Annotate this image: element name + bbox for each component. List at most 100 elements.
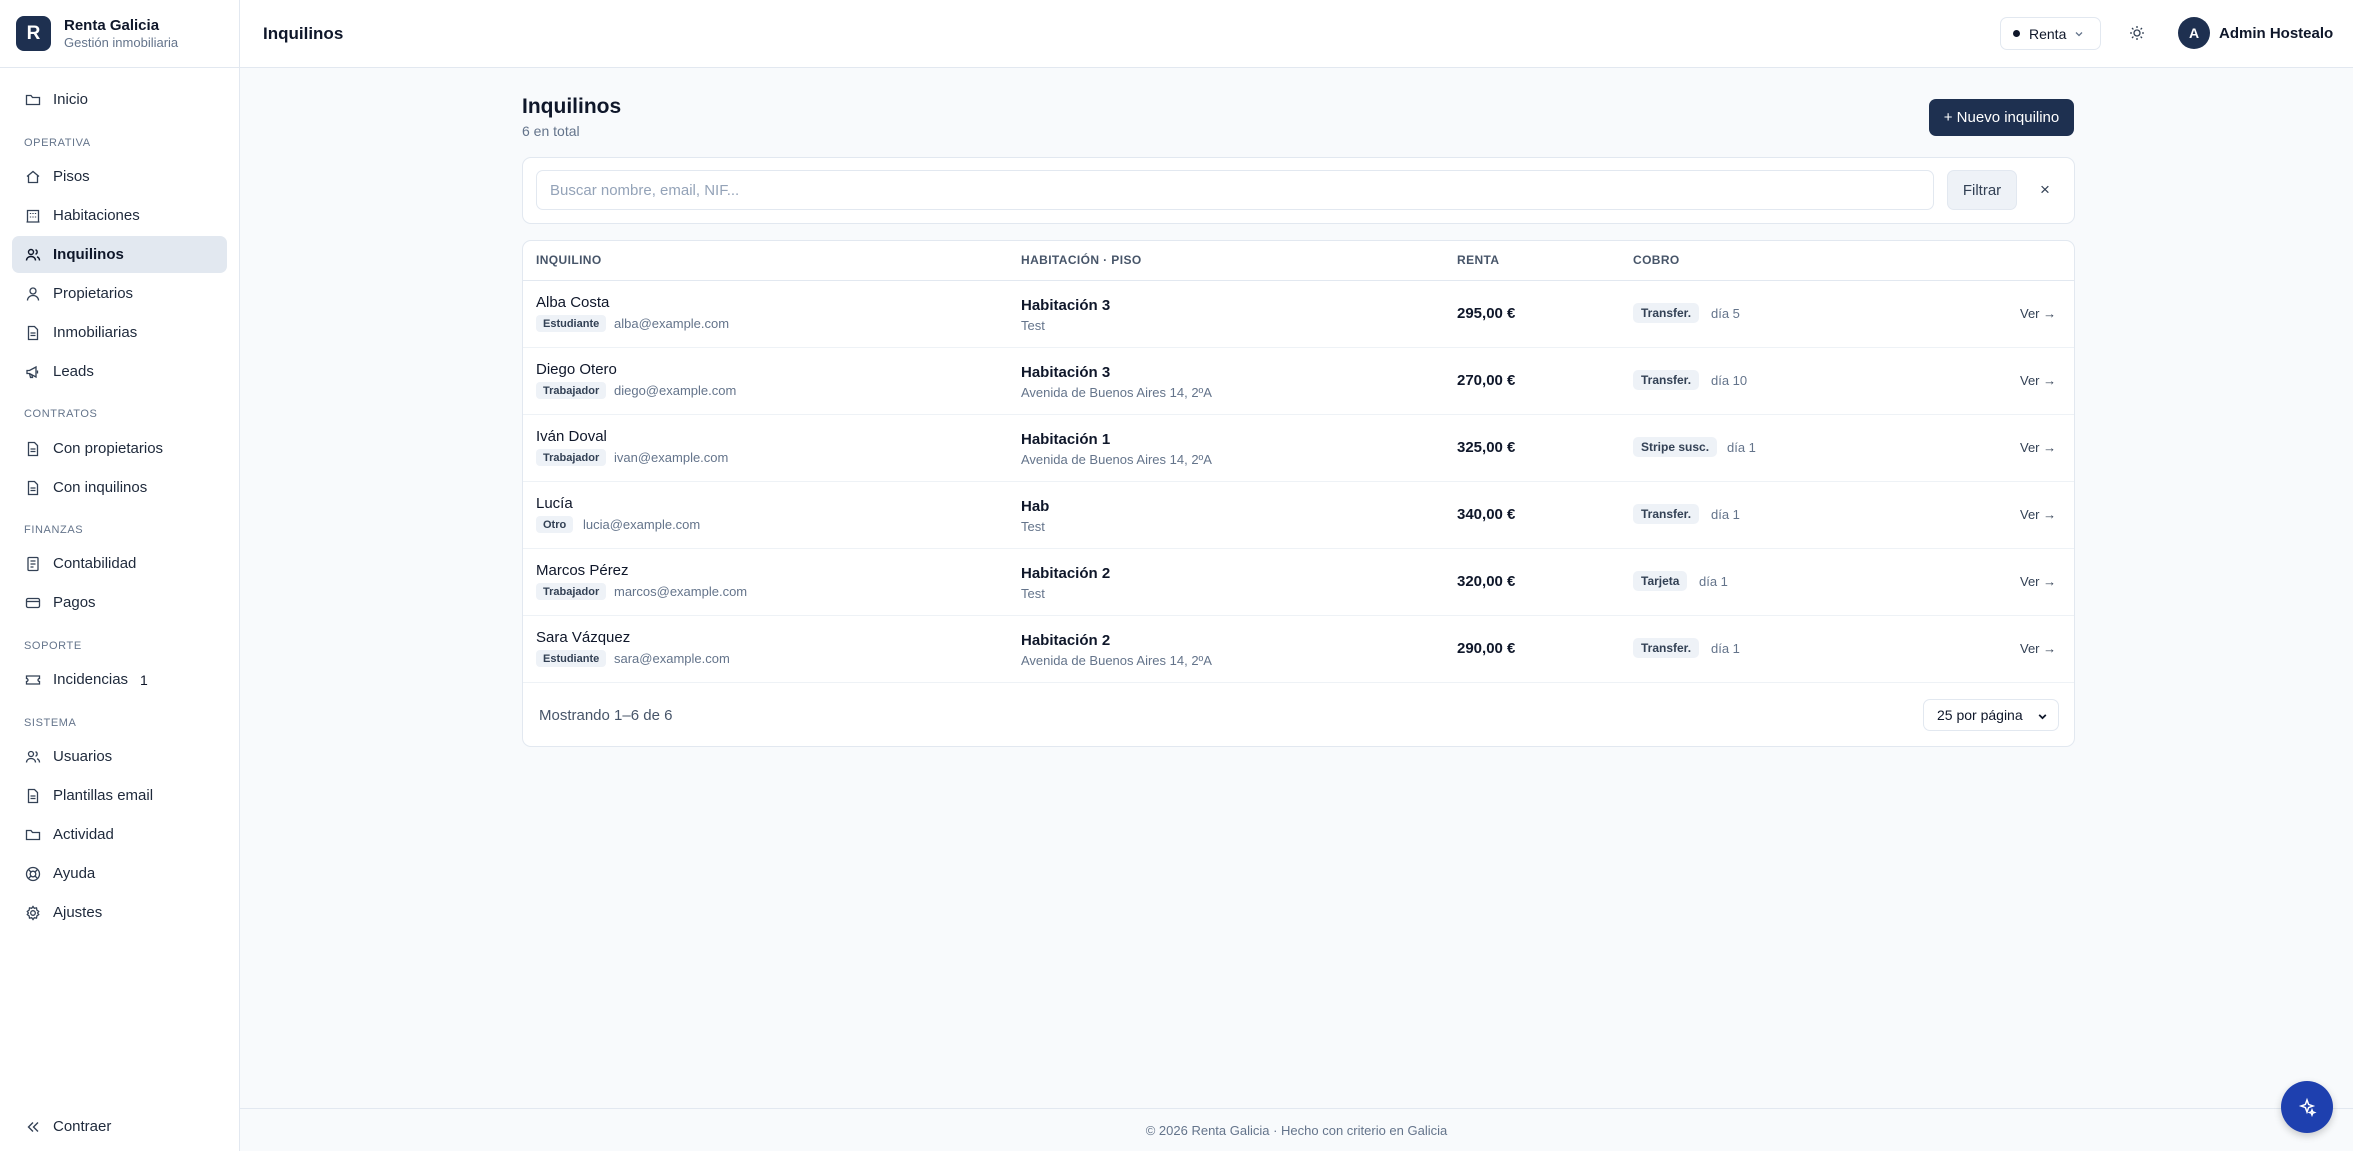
sidebar-item-propietarios[interactable]: Propietarios xyxy=(12,275,227,312)
sidebar-collapse-button[interactable]: Contraer xyxy=(12,1108,227,1145)
user-icon xyxy=(26,286,40,301)
page-subtitle: 6 en total xyxy=(522,123,580,139)
room-name: Habitación 1 xyxy=(1021,431,1111,448)
table-row[interactable]: Alba Costa Estudiante alba@example.com H… xyxy=(523,281,2074,348)
tenant-type-badge: Trabajador xyxy=(536,583,607,600)
room-name: Habitación 2 xyxy=(1021,632,1111,649)
room-name: Habitación 2 xyxy=(1021,565,1111,582)
payment-method-badge: Transfer. xyxy=(1633,370,1700,390)
sidebar-item-con-propietarios[interactable]: Con propietarios xyxy=(12,430,227,467)
sidebar-item-label: Usuarios xyxy=(53,748,113,765)
brand[interactable]: R Renta Galicia Gestión inmobiliaria xyxy=(0,0,239,68)
user-name[interactable]: Admin Hostealo xyxy=(2219,25,2333,42)
sidebar-item-label: Inquilinos xyxy=(53,246,124,263)
nav-section-sistema: SISTEMA xyxy=(24,717,77,729)
piso-address: Test xyxy=(1021,318,1045,333)
tenant-name: Alba Costa xyxy=(536,294,610,311)
mode-select[interactable]: Renta xyxy=(2000,17,2101,50)
piso-address: Test xyxy=(1021,586,1045,601)
sidebar-item-contabilidad[interactable]: Contabilidad xyxy=(12,545,227,582)
new-tenant-button[interactable]: + Nuevo inquilino xyxy=(1929,99,2074,136)
tenant-email: lucia@example.com xyxy=(583,517,701,532)
sidebar-item-usuarios[interactable]: Usuarios xyxy=(12,738,227,775)
topbar: Inquilinos Renta A Admin Hostealo xyxy=(240,0,2353,68)
piso-address: Avenida de Buenos Aires 14, 2ºA xyxy=(1021,452,1212,467)
view-link[interactable]: Ver → xyxy=(2020,641,2056,656)
document-icon xyxy=(27,788,39,803)
tenant-email: marcos@example.com xyxy=(614,584,748,599)
theme-toggle-button[interactable] xyxy=(2125,21,2149,45)
tenant-name: Diego Otero xyxy=(536,361,617,378)
users-icon xyxy=(25,248,41,261)
document-icon xyxy=(27,480,39,495)
nav-section-soporte: SOPORTE xyxy=(24,640,82,652)
brand-logo: R xyxy=(16,16,51,51)
table-row[interactable]: Marcos Pérez Trabajador marcos@example.c… xyxy=(523,549,2074,616)
piso-address: Avenida de Buenos Aires 14, 2ºA xyxy=(1021,653,1212,668)
tenant-type-badge: Estudiante xyxy=(536,650,607,667)
search-input[interactable] xyxy=(536,170,1934,210)
sidebar-item-label: Incidencias xyxy=(53,671,129,688)
nav-section-operativa: OPERATIVA xyxy=(24,137,91,149)
room-name: Habitación 3 xyxy=(1021,297,1111,314)
sidebar-item-habitaciones[interactable]: Habitaciones xyxy=(12,197,227,234)
payment-method-badge: Transfer. xyxy=(1633,504,1700,524)
sidebar-item-label: Propietarios xyxy=(53,285,134,302)
sidebar-item-inicio[interactable]: Inicio xyxy=(12,81,227,118)
per-page-select[interactable]: 25 por página xyxy=(1923,699,2059,731)
rent-amount: 340,00 € xyxy=(1457,506,1516,523)
sidebar-item-ajustes[interactable]: Ajustes xyxy=(12,894,227,931)
sidebar-item-pagos[interactable]: Pagos xyxy=(12,584,227,621)
document-icon xyxy=(27,441,39,456)
sidebar-item-actividad[interactable]: Actividad xyxy=(12,816,227,853)
sidebar-item-incidencias[interactable]: Incidencias 1 xyxy=(12,661,227,698)
sidebar-item-ayuda[interactable]: Ayuda xyxy=(12,855,227,892)
filter-bar: Filtrar × xyxy=(522,157,2075,224)
folder-icon xyxy=(25,94,41,105)
tenant-email: sara@example.com xyxy=(614,651,730,666)
document-icon xyxy=(27,325,39,340)
table-row[interactable]: Sara Vázquez Estudiante sara@example.com… xyxy=(523,616,2074,683)
sidebar-item-label: Leads xyxy=(53,363,94,380)
tenant-name: Lucía xyxy=(536,495,573,512)
sidebar-item-plantillas-email[interactable]: Plantillas email xyxy=(12,777,227,814)
brand-name: Renta Galicia xyxy=(64,16,160,34)
table-row[interactable]: Diego Otero Trabajador diego@example.com… xyxy=(523,348,2074,415)
sidebar-item-label: Habitaciones xyxy=(53,207,140,224)
view-link[interactable]: Ver → xyxy=(2020,373,2056,388)
view-link[interactable]: Ver → xyxy=(2020,440,2056,455)
per-page-label: 25 por página xyxy=(1937,707,2023,723)
sparkles-icon xyxy=(2298,1097,2317,1117)
user-avatar[interactable]: A xyxy=(2178,17,2210,49)
filter-button[interactable]: Filtrar xyxy=(1947,170,2017,210)
view-link[interactable]: Ver → xyxy=(2020,574,2056,589)
sidebar-item-label: Inicio xyxy=(53,91,89,108)
sidebar-item-leads[interactable]: Leads xyxy=(12,353,227,390)
chevron-down-icon xyxy=(2075,31,2083,36)
table-header: INQUILINO HABITACIÓN · PISO RENTA COBRO xyxy=(523,241,2074,281)
sidebar-item-label: Con inquilinos xyxy=(53,479,148,496)
home-icon xyxy=(26,170,40,183)
help-circle-icon xyxy=(25,866,41,881)
view-link[interactable]: Ver → xyxy=(2020,306,2056,321)
folder-icon xyxy=(25,829,41,840)
table-row[interactable]: Iván Doval Trabajador ivan@example.com H… xyxy=(523,415,2074,482)
sun-icon xyxy=(2130,26,2144,40)
sidebar-item-inquilinos[interactable]: Inquilinos xyxy=(12,236,227,273)
clear-filter-button[interactable]: × xyxy=(2033,178,2057,202)
sidebar-item-pisos[interactable]: Pisos xyxy=(12,158,227,195)
payment-day: día 1 xyxy=(1711,507,1740,522)
sidebar-item-label: Pisos xyxy=(53,168,90,185)
tenant-name: Iván Doval xyxy=(536,428,607,445)
status-dot-icon xyxy=(2013,30,2020,37)
table-row[interactable]: Lucía Otro lucia@example.com Hab Test 34… xyxy=(523,482,2074,549)
tenant-type-badge: Trabajador xyxy=(536,382,607,399)
sidebar-item-inmobiliarias[interactable]: Inmobiliarias xyxy=(12,314,227,351)
view-link[interactable]: Ver → xyxy=(2020,507,2056,522)
mode-label: Renta xyxy=(2029,25,2067,42)
table-footer: Mostrando 1–6 de 6 25 por página xyxy=(523,683,2074,746)
payment-method-badge: Transfer. xyxy=(1633,638,1700,658)
room-name: Habitación 3 xyxy=(1021,364,1111,381)
assistant-fab-button[interactable] xyxy=(2281,1081,2333,1133)
sidebar-item-con-inquilinos[interactable]: Con inquilinos xyxy=(12,469,227,506)
